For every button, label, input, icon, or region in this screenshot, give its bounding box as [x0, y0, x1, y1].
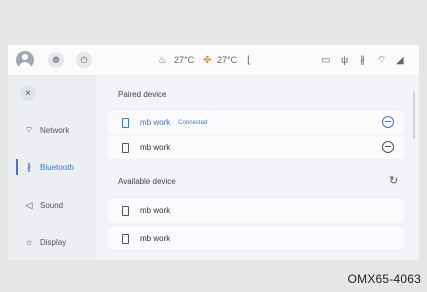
scrollbar[interactable] — [413, 91, 415, 139]
available-device-row[interactable]: mb work — [108, 199, 404, 222]
sidebar-item-label: Network — [40, 125, 70, 135]
remove-device-icon[interactable] — [382, 116, 394, 128]
signal-icon: ◢ — [396, 54, 404, 66]
status-bar: ❁ ⏻ ♨ 27°C ✤ 27°C ⌊ ▭ ψ ∦ ⌔ ◢ — [8, 45, 419, 75]
device-name: mb work — [140, 206, 171, 215]
bluetooth-icon: ∦ — [360, 54, 365, 66]
phone-icon — [122, 205, 129, 216]
temp-right[interactable]: 27°C — [217, 45, 237, 75]
sidebar-item-label: Display — [40, 237, 67, 247]
sidebar-item-sound[interactable]: ◁ Sound — [8, 194, 96, 216]
sidebar-item-label: Sound — [40, 200, 64, 210]
bluetooth-panel: Paired device mb work Connected mb work … — [96, 75, 419, 260]
sidebar-item-bluetooth[interactable]: ∦ Bluetooth — [8, 156, 96, 178]
brightness-icon: ☼ — [24, 237, 34, 247]
connection-status: Connected — [178, 119, 208, 126]
seat-heat-icon[interactable]: ♨ — [158, 45, 167, 75]
speaker-icon: ◁ — [25, 199, 33, 210]
wifi-icon: ⌔ — [377, 54, 387, 66]
paired-device-row[interactable]: mb work — [108, 136, 404, 159]
settings-sidebar: × ⌔ Network ∦ Bluetooth ◁ Sound ☼ Displa… — [8, 75, 96, 260]
model-code: OMX65-4063 — [347, 272, 421, 286]
close-icon[interactable]: × — [20, 85, 36, 101]
phone-icon — [122, 142, 129, 153]
sidebar-item-label: Bluetooth — [40, 162, 74, 172]
screen-icon: ▭ — [321, 54, 331, 66]
paired-device-row[interactable]: mb work Connected — [108, 111, 404, 134]
device-name: mb work — [140, 234, 171, 243]
usb-icon: ψ — [341, 54, 349, 66]
wifi-icon: ⌔ — [24, 124, 34, 135]
seat-icon[interactable]: ⌊ — [247, 45, 251, 75]
available-device-row[interactable]: mb work — [108, 227, 404, 250]
temp-left[interactable]: 27°C — [174, 45, 194, 75]
refresh-icon[interactable]: ↻ — [389, 174, 398, 187]
sidebar-item-network[interactable]: ⌔ Network — [8, 119, 96, 141]
phone-icon — [122, 233, 129, 244]
sidebar-item-display[interactable]: ☼ Display — [8, 231, 96, 253]
phone-icon — [122, 117, 129, 128]
device-name: mb work — [140, 143, 171, 152]
settings-screen: ❁ ⏻ ♨ 27°C ✤ 27°C ⌊ ▭ ψ ∦ ⌔ ◢ × ⌔ Networ… — [8, 45, 419, 260]
power-icon[interactable]: ⏻ — [76, 52, 92, 68]
fan-speed-icon[interactable]: ✤ — [203, 45, 211, 75]
fan-icon[interactable]: ❁ — [48, 52, 64, 68]
device-name: mb work — [140, 118, 171, 127]
avatar-icon[interactable] — [16, 51, 34, 69]
remove-device-icon[interactable] — [382, 141, 394, 153]
available-device-title: Available device — [118, 177, 176, 186]
paired-device-title: Paired device — [118, 90, 167, 99]
bluetooth-icon: ∦ — [26, 161, 32, 172]
